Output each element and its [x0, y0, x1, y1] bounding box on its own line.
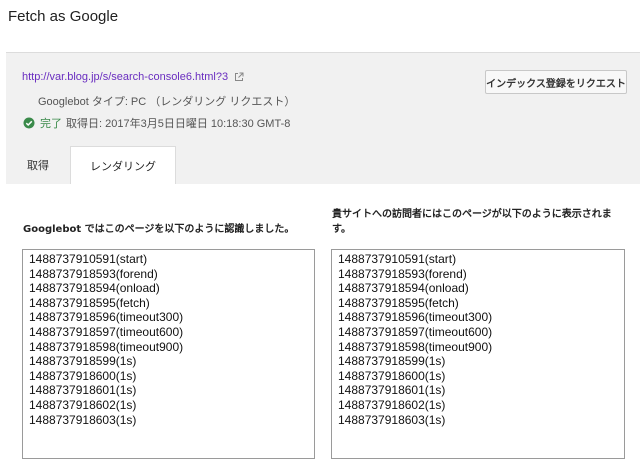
log-line: 1488737918603(1s) — [29, 412, 137, 427]
log-line: 1488737918597(timeout600) — [338, 324, 493, 339]
fetched-url-link[interactable]: http://var.blog.jp/s/search-console6.htm… — [22, 71, 228, 83]
log-line: 1488737918600(1s) — [338, 368, 446, 383]
fetched-date: 取得日: 2017年3月5日日曜日 10:18:30 GMT-8 — [66, 118, 291, 130]
log-line: 1488737918594(onload) — [338, 281, 469, 296]
log-line: 1488737918593(forend) — [29, 266, 158, 281]
log-line: 1488737918602(1s) — [29, 397, 137, 412]
log-line: 1488737918598(timeout900) — [338, 339, 493, 354]
tab-fetch[interactable]: 取得 — [6, 146, 70, 184]
googlebot-view-label: Googlebot ではこのページを以下のように認識しました。 — [23, 224, 295, 235]
log-line: 1488737918595(fetch) — [338, 295, 459, 310]
log-line: 1488737918599(1s) — [29, 354, 137, 369]
visitor-render-view[interactable]: 1488737910591(start) 1488737918593(forend… — [331, 249, 625, 459]
log-line: 1488737918593(forend) — [338, 266, 467, 281]
log-line: 1488737918600(1s) — [29, 368, 137, 383]
visitor-view-label: 貴サイトへの訪問者にはこのページが以下のように表示されます。 — [332, 209, 612, 235]
log-line: 1488737918598(timeout900) — [29, 339, 184, 354]
page-title: Fetch as Google — [8, 8, 119, 25]
log-line: 1488737918597(timeout600) — [29, 324, 184, 339]
log-line: 1488737918594(onload) — [29, 281, 160, 296]
googlebot-render-view[interactable]: 1488737910591(start) 1488737918593(forend… — [22, 249, 315, 459]
fetch-result-panel: http://var.blog.jp/s/search-console6.htm… — [6, 52, 640, 459]
check-circle-icon — [23, 117, 35, 129]
log-line: 1488737918599(1s) — [338, 354, 446, 369]
log-line: 1488737918601(1s) — [29, 383, 137, 398]
request-indexing-button[interactable]: インデックス登録をリクエスト — [485, 70, 627, 94]
log-line: 1488737910591(start) — [338, 252, 457, 266]
status-badge: 完了 — [40, 118, 62, 130]
render-content: Googlebot ではこのページを以下のように認識しました。 貴サイトへの訪問… — [6, 184, 640, 459]
log-line: 1488737918602(1s) — [338, 397, 446, 412]
log-line: 1488737918595(fetch) — [29, 295, 150, 310]
log-line: 1488737918596(timeout300) — [338, 310, 493, 325]
log-line: 1488737910591(start) — [29, 252, 148, 266]
log-line: 1488737918603(1s) — [338, 412, 446, 427]
external-link-icon[interactable] — [234, 72, 244, 82]
tab-rendering[interactable]: レンダリング — [70, 146, 176, 184]
result-tabs: 取得 レンダリング — [6, 146, 640, 184]
status-row: 完了 取得日: 2017年3月5日日曜日 10:18:30 GMT-8 — [23, 115, 290, 131]
googlebot-type: Googlebot タイプ: PC （レンダリング リクエスト） — [38, 96, 296, 108]
log-line: 1488737918596(timeout300) — [29, 310, 184, 325]
log-line: 1488737918601(1s) — [338, 383, 446, 398]
url-row: http://var.blog.jp/s/search-console6.htm… — [22, 71, 244, 83]
